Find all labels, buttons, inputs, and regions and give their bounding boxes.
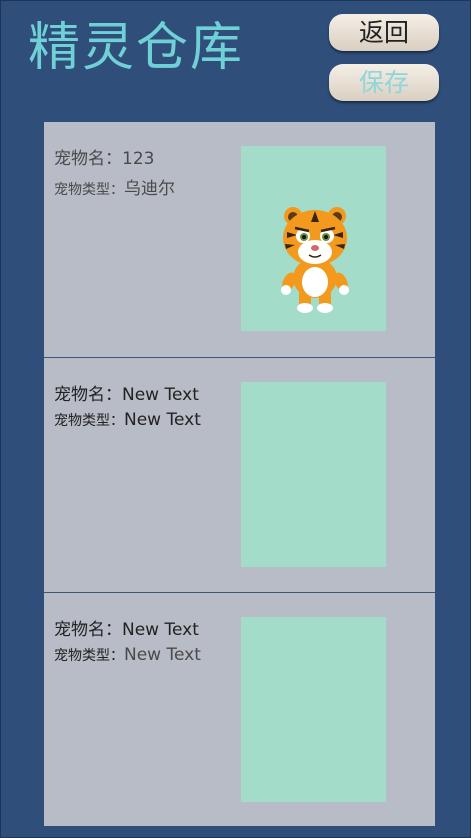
save-button[interactable]: 保存 <box>329 64 439 101</box>
pet-list: 宠物名：123 宠物类型：乌迪尔 宠物名：New Text 宠物类型：New T… <box>44 122 435 826</box>
pet-name-value: New Text <box>122 385 199 405</box>
tiger-icon <box>281 207 349 313</box>
pet-image-slot[interactable] <box>241 146 386 331</box>
pet-image-slot[interactable] <box>241 617 386 802</box>
pet-name-label: 宠物名： <box>54 620 122 640</box>
pet-type-value: New Text <box>124 410 201 430</box>
pet-name-label: 宠物名： <box>54 149 122 169</box>
pet-type-label: 宠物类型： <box>54 182 124 198</box>
pet-card[interactable]: 宠物名：New Text 宠物类型：New Text <box>44 592 435 826</box>
pet-card[interactable]: 宠物名：123 宠物类型：乌迪尔 <box>44 122 435 355</box>
pet-name-value: New Text <box>122 620 199 640</box>
pet-image-slot[interactable] <box>241 382 386 567</box>
pet-card[interactable]: 宠物名：New Text 宠物类型：New Text <box>44 357 435 591</box>
pet-type-value: 乌迪尔 <box>124 179 175 199</box>
pet-name-value: 123 <box>122 149 155 169</box>
pet-name-row: 宠物名：123 <box>54 144 154 169</box>
pet-type-row: 宠物类型：New Text <box>54 410 201 430</box>
pet-name-row: 宠物名：New Text <box>54 615 199 640</box>
pet-type-label: 宠物类型： <box>54 413 124 429</box>
pet-name-label: 宠物名： <box>54 385 122 405</box>
pet-type-row: 宠物类型：New Text <box>54 645 201 665</box>
pet-type-value: New Text <box>124 645 201 665</box>
pet-type-row: 宠物类型：乌迪尔 <box>54 174 175 199</box>
pet-type-label: 宠物类型： <box>54 648 124 664</box>
back-button[interactable]: 返回 <box>329 14 439 51</box>
pet-name-row: 宠物名：New Text <box>54 380 199 405</box>
page-title: 精灵仓库 <box>28 18 245 78</box>
